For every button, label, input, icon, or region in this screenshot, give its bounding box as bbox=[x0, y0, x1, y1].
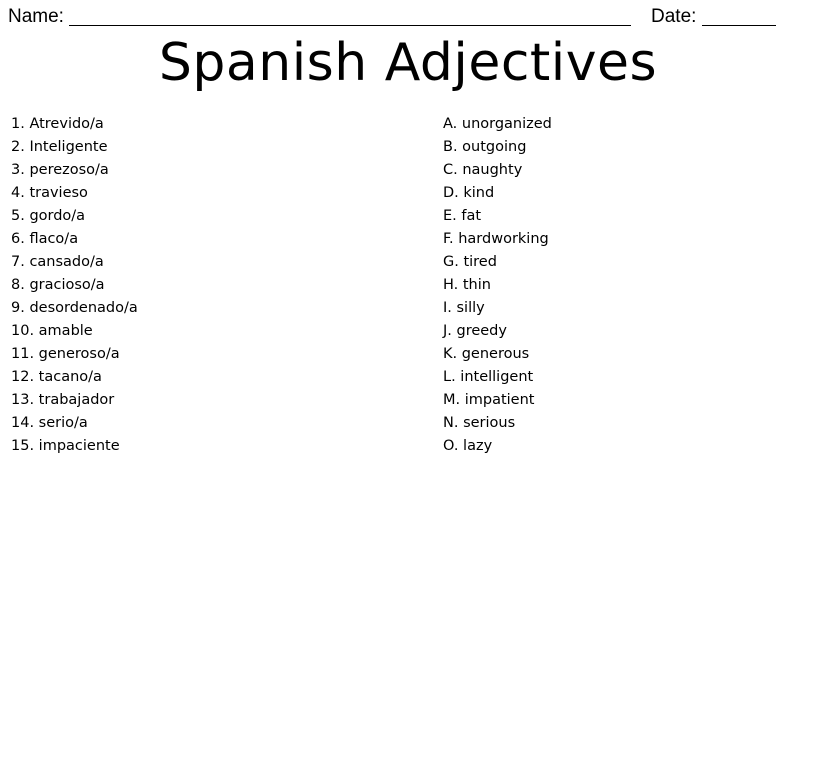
definition-item: A. unorganized bbox=[443, 116, 552, 132]
term-item: 6. flaco/a bbox=[11, 231, 79, 247]
term-item: 3. perezoso/a bbox=[11, 162, 109, 178]
definition-item: N. serious bbox=[443, 415, 516, 431]
worksheet-header: Name: Date: bbox=[8, 4, 808, 30]
term-item: 9. desordenado/a bbox=[11, 300, 138, 316]
term-item: 1. Atrevido/a bbox=[11, 116, 104, 132]
name-label: Name: bbox=[8, 6, 64, 27]
term-item: 13. trabajador bbox=[11, 392, 115, 408]
definition-item: D. kind bbox=[443, 185, 495, 201]
term-item: 5. gordo/a bbox=[11, 208, 86, 224]
term-item: 14. serio/a bbox=[11, 415, 88, 431]
definition-item: H. thin bbox=[443, 277, 491, 293]
page-title: Spanish Adjectives bbox=[158, 33, 658, 93]
name-blank-line bbox=[69, 4, 631, 26]
definition-item: F. hardworking bbox=[443, 231, 549, 247]
definition-item: K. generous bbox=[443, 346, 530, 362]
date-label: Date: bbox=[651, 6, 697, 27]
term-item: 2. Inteligente bbox=[11, 139, 108, 155]
terms-list: 1. Atrevido/a 2. Inteligente 3. perezoso… bbox=[11, 113, 138, 458]
definitions-list: A. unorganized B. outgoing C. naughty D.… bbox=[443, 113, 552, 458]
date-blank-line bbox=[702, 4, 776, 26]
term-item: 11. generoso/a bbox=[11, 346, 120, 362]
definition-item: J. greedy bbox=[443, 323, 507, 339]
term-item: 8. gracioso/a bbox=[11, 277, 105, 293]
term-item: 15. impaciente bbox=[11, 438, 120, 454]
definition-item: O. lazy bbox=[443, 438, 493, 454]
term-item: 4. travieso bbox=[11, 185, 88, 201]
term-item: 10. amable bbox=[11, 323, 93, 339]
definition-item: C. naughty bbox=[443, 162, 523, 178]
term-item: 12. tacano/a bbox=[11, 369, 102, 385]
definition-item: E. fat bbox=[443, 208, 482, 224]
definition-item: M. impatient bbox=[443, 392, 535, 408]
definition-item: B. outgoing bbox=[443, 139, 527, 155]
definition-item: I. silly bbox=[443, 300, 485, 316]
definition-item: G. tired bbox=[443, 254, 497, 270]
definition-item: L. intelligent bbox=[443, 369, 534, 385]
term-item: 7. cansado/a bbox=[11, 254, 104, 270]
